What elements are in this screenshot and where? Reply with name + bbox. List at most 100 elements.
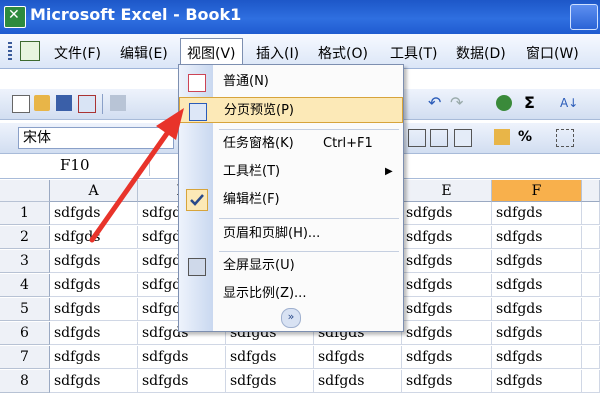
table-cell[interactable]: sdfgds	[50, 202, 138, 225]
table-cell[interactable]	[582, 298, 600, 321]
table-cell[interactable]: sdfgds	[402, 298, 492, 321]
table-cell[interactable]: sdfgds	[492, 274, 582, 297]
table-cell[interactable]: sdfgds	[492, 298, 582, 321]
table-cell[interactable]: sdfgds	[492, 250, 582, 273]
percent-icon[interactable]: %	[518, 129, 534, 145]
menu-item-normal-label: 普通(N)	[223, 74, 269, 89]
hyperlink-icon[interactable]	[496, 95, 512, 111]
menu-item-task-pane-shortcut: Ctrl+F1	[323, 136, 373, 151]
print-icon[interactable]	[110, 95, 126, 111]
column-header-g[interactable]	[582, 180, 600, 202]
document-icon[interactable]	[20, 41, 40, 61]
permission-icon[interactable]	[78, 95, 96, 113]
menu-item-header-footer[interactable]: 页眉和页脚(H)...	[179, 221, 403, 247]
menu-separator	[219, 251, 399, 252]
table-cell[interactable]: sdfgds	[402, 322, 492, 345]
column-header-f[interactable]: F	[492, 180, 582, 202]
table-cell[interactable]	[582, 250, 600, 273]
expand-chevron-icon: »	[281, 308, 301, 328]
sort-ascending-icon[interactable]: A↓	[560, 95, 578, 111]
table-cell[interactable]: sdfgds	[402, 274, 492, 297]
menu-item-zoom[interactable]: 显示比例(Z)...	[179, 281, 403, 307]
table-cell[interactable]: sdfgds	[138, 370, 226, 393]
row-header[interactable]: 6	[0, 322, 50, 345]
table-cell[interactable]: sdfgds	[402, 346, 492, 369]
menu-window[interactable]: 窗口(W)	[526, 43, 579, 63]
table-cell[interactable]: sdfgds	[402, 370, 492, 393]
table-cell[interactable]	[582, 274, 600, 297]
menu-file[interactable]: 文件(F)	[54, 43, 101, 63]
table-cell[interactable]: sdfgds	[492, 322, 582, 345]
align-right-icon[interactable]	[430, 129, 448, 147]
menu-item-formula-bar-label: 编辑栏(F)	[223, 192, 280, 207]
autosum-icon[interactable]: Σ	[524, 95, 540, 111]
menu-item-task-pane[interactable]: 任务窗格(K) Ctrl+F1	[179, 131, 403, 157]
table-cell[interactable]	[582, 202, 600, 225]
menu-separator	[219, 129, 399, 130]
table-cell[interactable]: sdfgds	[492, 202, 582, 225]
toolbar-separator	[102, 94, 103, 114]
select-all-corner[interactable]	[0, 180, 50, 202]
open-icon[interactable]	[34, 95, 50, 111]
table-cell[interactable]: sdfgds	[50, 226, 138, 249]
row-header[interactable]: 3	[0, 250, 50, 273]
table-cell[interactable]	[582, 226, 600, 249]
table-cell[interactable]	[582, 346, 600, 369]
table-cell[interactable]: sdfgds	[50, 274, 138, 297]
table-cell[interactable]: sdfgds	[138, 346, 226, 369]
row-header[interactable]: 1	[0, 202, 50, 225]
excel-icon	[4, 6, 26, 28]
table-cell[interactable]: sdfgds	[492, 346, 582, 369]
table-cell[interactable]: sdfgds	[402, 226, 492, 249]
save-icon[interactable]	[56, 95, 72, 111]
menu-item-normal[interactable]: 普通(N)	[179, 69, 403, 95]
table-cell[interactable]: sdfgds	[314, 346, 402, 369]
table-cell[interactable]: sdfgds	[492, 226, 582, 249]
redo-icon[interactable]: ↷	[450, 95, 466, 111]
font-name-box[interactable]: 宋体	[18, 127, 174, 149]
menu-insert[interactable]: 插入(I)	[256, 43, 299, 63]
table-cell[interactable]	[582, 370, 600, 393]
row-header[interactable]: 2	[0, 226, 50, 249]
row-header[interactable]: 8	[0, 370, 50, 393]
table-cell[interactable]: sdfgds	[50, 346, 138, 369]
align-center-icon[interactable]	[408, 129, 426, 147]
undo-icon[interactable]: ↶	[428, 95, 444, 111]
table-cell[interactable]: sdfgds	[492, 370, 582, 393]
table-cell[interactable]: sdfgds	[314, 370, 402, 393]
menu-item-page-break-preview[interactable]: 分页预览(P)	[179, 97, 403, 123]
borders-icon[interactable]	[556, 129, 574, 147]
menu-item-toolbars[interactable]: 工具栏(T) ▶	[179, 159, 403, 185]
table-cell[interactable]: sdfgds	[226, 346, 314, 369]
merge-center-icon[interactable]	[454, 129, 472, 147]
menu-item-task-pane-label: 任务窗格(K)	[223, 136, 294, 151]
column-header-a[interactable]: A	[50, 180, 138, 202]
menu-expand[interactable]: »	[179, 305, 403, 331]
row-header[interactable]: 7	[0, 346, 50, 369]
table-cell[interactable]: sdfgds	[50, 298, 138, 321]
row-header[interactable]: 5	[0, 298, 50, 321]
menu-format[interactable]: 格式(O)	[318, 43, 368, 63]
table-cell[interactable]: sdfgds	[50, 370, 138, 393]
name-box[interactable]: F10	[0, 154, 150, 176]
table-cell[interactable]: sdfgds	[402, 202, 492, 225]
column-header-e[interactable]: E	[402, 180, 492, 202]
menu-item-full-screen[interactable]: 全屏显示(U)	[179, 253, 403, 279]
table-cell[interactable]: sdfgds	[226, 370, 314, 393]
menu-separator	[219, 218, 399, 219]
row-header[interactable]: 4	[0, 274, 50, 297]
minimize-button[interactable]	[570, 4, 598, 30]
menu-tools[interactable]: 工具(T)	[390, 43, 437, 63]
table-cell[interactable]: sdfgds	[50, 322, 138, 345]
menu-item-formula-bar[interactable]: 编辑栏(F)	[179, 187, 403, 213]
menu-data[interactable]: 数据(D)	[456, 43, 506, 63]
menu-view[interactable]: 视图(V)	[180, 38, 243, 67]
table-cell[interactable]	[582, 322, 600, 345]
table-cell[interactable]: sdfgds	[402, 250, 492, 273]
currency-icon[interactable]	[494, 129, 510, 145]
new-icon[interactable]	[12, 95, 30, 113]
menu-item-page-break-label: 分页预览(P)	[224, 103, 294, 118]
menu-edit[interactable]: 编辑(E)	[120, 43, 168, 63]
page-break-icon	[189, 103, 207, 121]
table-cell[interactable]: sdfgds	[50, 250, 138, 273]
